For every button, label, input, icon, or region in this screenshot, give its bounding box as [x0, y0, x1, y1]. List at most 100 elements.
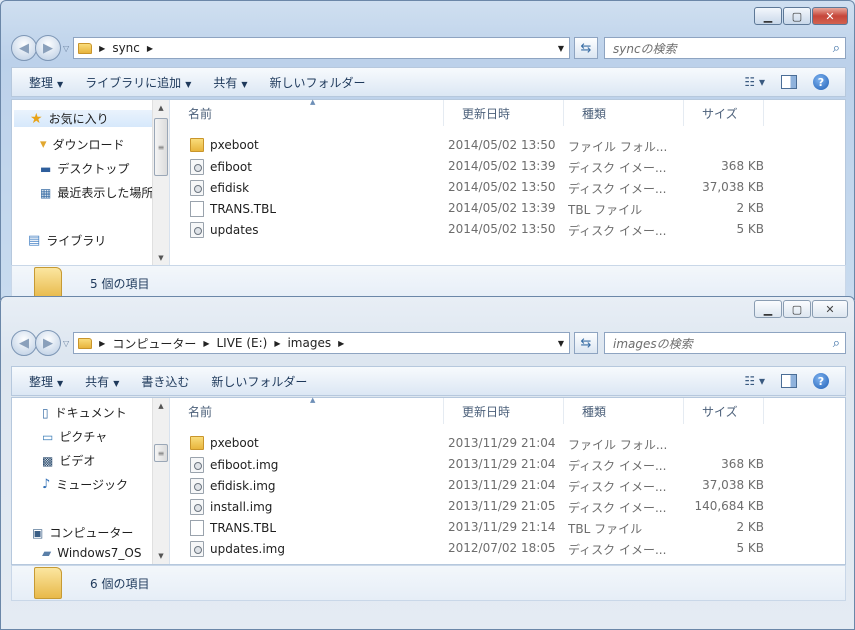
- file-list: 名前 ▲ 更新日時 種類 サイズ pxeboot 2014/05/02 13:50…: [170, 98, 845, 266]
- maximize-button[interactable]: ▢: [783, 7, 811, 25]
- table-row[interactable]: efiboot.img 2013/11/29 21:04 ディスク イメー...…: [170, 454, 845, 475]
- address-dropdown-icon[interactable]: ▼: [552, 339, 569, 348]
- new-folder-button[interactable]: 新しいフォルダー: [200, 373, 318, 390]
- breadcrumb-item[interactable]: sync: [112, 41, 140, 55]
- breadcrumb-item[interactable]: images: [287, 336, 331, 350]
- search-placeholder: imagesの検索: [613, 336, 693, 351]
- back-button[interactable]: ◀: [11, 35, 37, 61]
- nav-item-videos[interactable]: ▩ ビデオ: [42, 452, 168, 469]
- scroll-thumb[interactable]: ≡: [154, 444, 168, 462]
- nav-item-downloads[interactable]: ▾ ダウンロード: [40, 136, 166, 153]
- view-options-icon[interactable]: ☷ ▾: [744, 374, 765, 388]
- breadcrumb-item[interactable]: LIVE (E:): [216, 336, 267, 350]
- table-row[interactable]: efidisk 2014/05/02 13:50 ディスク イメー... 37,…: [170, 177, 845, 198]
- nav-item-favorites[interactable]: ★ お気に入り: [14, 110, 154, 127]
- organize-menu[interactable]: 整理 ▼: [18, 373, 74, 390]
- breadcrumb-item[interactable]: コンピューター: [112, 335, 196, 352]
- nav-item-libraries[interactable]: ▤ ライブラリ: [28, 232, 154, 249]
- nav-item-music[interactable]: ♪ ミュージック: [42, 476, 168, 493]
- explorer-window-sync: ▁ ▢ ✕ ◀ ▶ ▽ ▶ sync ▶ ▼ ⇆ syncの検索 ⌕ 整理 ▼ ラ…: [0, 0, 855, 300]
- help-icon[interactable]: ?: [813, 74, 829, 90]
- column-header-name[interactable]: 名前 ▲: [170, 396, 444, 424]
- command-bar: 整理 ▼ ライブラリに追加 ▼ 共有 ▼ 新しいフォルダー ☷ ▾ ?: [11, 67, 846, 97]
- maximize-button[interactable]: ▢: [783, 300, 811, 318]
- breadcrumb-separator-icon[interactable]: ▶: [274, 339, 280, 348]
- table-row[interactable]: updates 2014/05/02 13:50 ディスク イメー... 5 K…: [170, 219, 845, 240]
- table-row[interactable]: efiboot 2014/05/02 13:39 ディスク イメー... 368…: [170, 156, 845, 177]
- scroll-up-icon[interactable]: ▲: [153, 398, 169, 414]
- nav-item-windows7-os[interactable]: ▰ Windows7_OS: [42, 546, 168, 560]
- breadcrumb-separator-icon[interactable]: ▶: [99, 44, 105, 53]
- preview-pane-icon[interactable]: [781, 75, 797, 89]
- nav-item-desktop[interactable]: ▬ デスクトップ: [40, 160, 166, 177]
- pictures-icon: ▭: [42, 429, 54, 444]
- scroll-down-icon[interactable]: ▼: [153, 250, 169, 266]
- burn-button[interactable]: 書き込む: [130, 373, 200, 390]
- disk-image-icon: [190, 159, 204, 175]
- search-input[interactable]: syncの検索 ⌕: [604, 37, 846, 59]
- search-icon[interactable]: ⌕: [833, 41, 840, 56]
- address-dropdown-icon[interactable]: ▼: [552, 44, 569, 53]
- new-folder-button[interactable]: 新しいフォルダー: [259, 74, 377, 91]
- share-menu[interactable]: 共有 ▼: [202, 74, 258, 91]
- table-row[interactable]: install.img 2013/11/29 21:05 ディスク イメー...…: [170, 496, 845, 517]
- table-row[interactable]: efidisk.img 2013/11/29 21:04 ディスク イメー...…: [170, 475, 845, 496]
- breadcrumb-separator-icon[interactable]: ▶: [147, 44, 153, 53]
- folder-icon: [190, 138, 204, 152]
- address-bar[interactable]: ▶ コンピューター ▶ LIVE (E:) ▶ images ▶ ▼: [73, 332, 570, 354]
- minimize-button[interactable]: ▁: [754, 7, 782, 25]
- address-bar[interactable]: ▶ sync ▶ ▼: [73, 37, 570, 59]
- share-menu[interactable]: 共有 ▼: [74, 373, 130, 390]
- column-header-date[interactable]: 更新日時: [444, 398, 564, 424]
- nav-scrollbar[interactable]: ▲ ≡ ▼: [152, 398, 169, 564]
- back-button[interactable]: ◀: [11, 330, 37, 356]
- nav-item-pictures[interactable]: ▭ ピクチャ: [42, 428, 168, 445]
- table-row[interactable]: pxeboot 2014/05/02 13:50 ファイル フォル...: [170, 135, 845, 156]
- scroll-up-icon[interactable]: ▲: [153, 100, 169, 116]
- documents-icon: ▯: [42, 405, 49, 420]
- table-row[interactable]: TRANS.TBL 2013/11/29 21:14 TBL ファイル 2 KB: [170, 517, 845, 538]
- column-header-type[interactable]: 種類: [564, 100, 684, 126]
- column-header-type[interactable]: 種類: [564, 398, 684, 424]
- add-to-library-menu[interactable]: ライブラリに追加 ▼: [74, 74, 202, 91]
- disk-image-icon: [190, 541, 204, 557]
- navigation-row: ◀ ▶ ▽ ▶ sync ▶ ▼ ⇆ syncの検索 ⌕: [11, 34, 846, 62]
- forward-button[interactable]: ▶: [35, 330, 61, 356]
- nav-item-computer[interactable]: ▣ コンピューター: [32, 524, 158, 541]
- minimize-button[interactable]: ▁: [754, 300, 782, 318]
- content-area: ★ お気に入り ▾ ダウンロード ▬ デスクトップ ▦ 最近表示した場所 ▤ ラ…: [11, 98, 846, 267]
- recent-pages-dropdown[interactable]: ▽: [63, 44, 69, 53]
- table-row[interactable]: TRANS.TBL 2014/05/02 13:39 TBL ファイル 2 KB: [170, 198, 845, 219]
- navigation-row: ◀ ▶ ▽ ▶ コンピューター ▶ LIVE (E:) ▶ images ▶ ▼…: [11, 329, 846, 357]
- column-header-date[interactable]: 更新日時: [444, 100, 564, 126]
- recent-pages-dropdown[interactable]: ▽: [63, 339, 69, 348]
- forward-button[interactable]: ▶: [35, 35, 61, 61]
- scroll-thumb[interactable]: ≡: [154, 118, 168, 176]
- column-header-size[interactable]: サイズ: [684, 100, 764, 126]
- nav-item-documents[interactable]: ▯ ドキュメント: [42, 404, 168, 421]
- nav-item-recent-places[interactable]: ▦ 最近表示した場所: [40, 184, 154, 201]
- video-icon: ▩: [42, 453, 54, 468]
- close-button[interactable]: ✕: [812, 7, 848, 25]
- breadcrumb-separator-icon[interactable]: ▶: [99, 339, 105, 348]
- organize-menu[interactable]: 整理 ▼: [18, 74, 74, 91]
- scroll-down-icon[interactable]: ▼: [153, 548, 169, 564]
- column-header-name[interactable]: 名前 ▲: [170, 98, 444, 126]
- table-row[interactable]: pxeboot 2013/11/29 21:04 ファイル フォル...: [170, 433, 845, 454]
- preview-pane-icon[interactable]: [781, 374, 797, 388]
- help-icon[interactable]: ?: [813, 373, 829, 389]
- refresh-button[interactable]: ⇆: [574, 332, 598, 354]
- recent-places-icon: ▦: [40, 185, 52, 200]
- search-input[interactable]: imagesの検索 ⌕: [604, 332, 846, 354]
- table-row[interactable]: updates.img 2012/07/02 18:05 ディスク イメー...…: [170, 538, 845, 559]
- refresh-button[interactable]: ⇆: [574, 37, 598, 59]
- breadcrumb-separator-icon[interactable]: ▶: [203, 339, 209, 348]
- close-button[interactable]: ✕: [812, 300, 848, 318]
- disk-image-icon: [190, 180, 204, 196]
- view-options-icon[interactable]: ☷ ▾: [744, 75, 765, 89]
- breadcrumb-separator-icon[interactable]: ▶: [338, 339, 344, 348]
- column-header-size[interactable]: サイズ: [684, 398, 764, 424]
- explorer-window-images: ▁ ▢ ✕ ◀ ▶ ▽ ▶ コンピューター ▶ LIVE (E:) ▶ imag…: [0, 296, 855, 630]
- search-icon[interactable]: ⌕: [833, 336, 840, 351]
- nav-scrollbar[interactable]: ▲ ≡ ▼: [152, 100, 169, 266]
